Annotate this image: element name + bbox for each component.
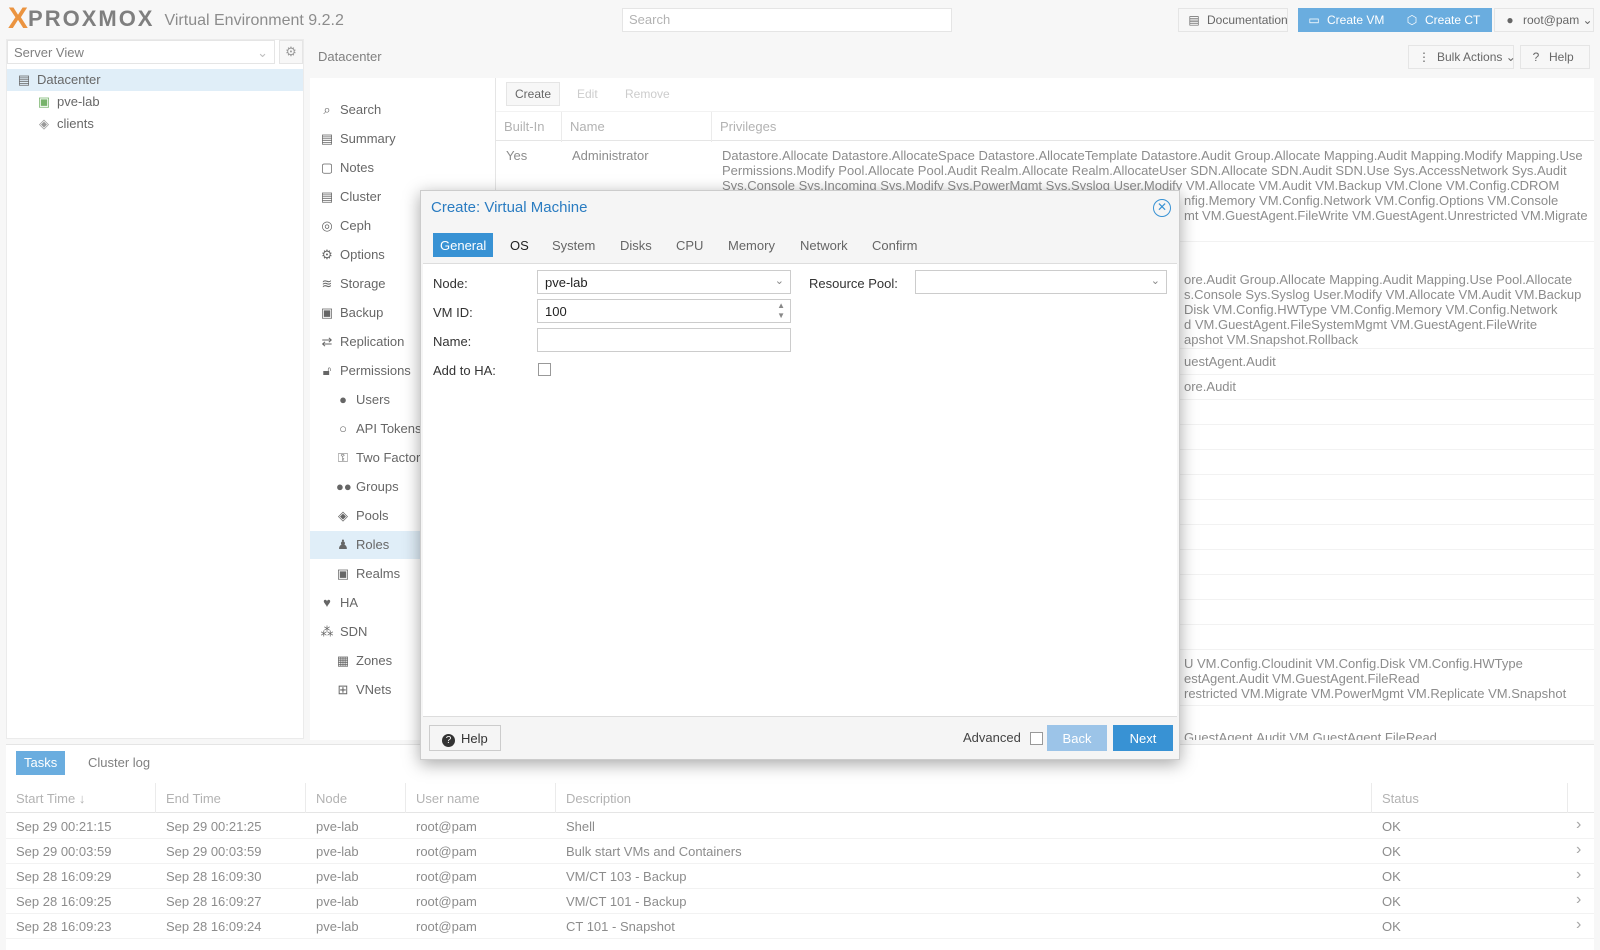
vmid-input[interactable]: 100 ▲ ▼ <box>537 299 791 323</box>
dialog-body: Node: pve-lab ⌄ VM ID: 100 ▲ ▼ Name: Add … <box>423 263 1177 717</box>
create-vm-dialog: Create: Virtual Machine ✕ General OS Sys… <box>420 190 1180 760</box>
advanced-checkbox[interactable] <box>1030 732 1043 745</box>
close-icon[interactable]: ✕ <box>1153 199 1171 217</box>
chevron-down-icon: ⌄ <box>774 275 784 287</box>
help-icon: ? <box>442 734 455 747</box>
vmid-label: VM ID: <box>433 305 473 320</box>
tab-os[interactable]: OS <box>503 233 536 257</box>
resource-pool-label: Resource Pool: <box>809 276 898 291</box>
back-button[interactable]: Back <box>1047 725 1107 751</box>
advanced-label: Advanced <box>963 730 1021 745</box>
chevron-down-icon: ⌄ <box>1150 275 1160 287</box>
node-select[interactable]: pve-lab ⌄ <box>537 270 791 294</box>
tab-disks[interactable]: Disks <box>613 233 659 257</box>
name-input[interactable] <box>537 328 791 352</box>
tab-cpu[interactable]: CPU <box>669 233 710 257</box>
spinner-icon[interactable]: ▲ ▼ <box>777 301 785 321</box>
dialog-help-button[interactable]: ? Help <box>429 725 501 751</box>
tab-general[interactable]: General <box>433 233 494 257</box>
dialog-title: Create: Virtual Machine <box>431 199 588 216</box>
add-to-ha-label: Add to HA: <box>433 363 496 378</box>
next-button[interactable]: Next <box>1113 725 1173 751</box>
tab-system[interactable]: System <box>545 233 602 257</box>
resource-pool-select[interactable]: ⌄ <box>915 270 1167 294</box>
name-label: Name: <box>433 334 472 349</box>
tab-network[interactable]: Network <box>793 233 855 257</box>
node-label: Node: <box>433 276 468 291</box>
tab-memory[interactable]: Memory <box>721 233 782 257</box>
add-to-ha-checkbox[interactable] <box>538 363 551 376</box>
tab-confirm[interactable]: Confirm <box>865 233 925 257</box>
